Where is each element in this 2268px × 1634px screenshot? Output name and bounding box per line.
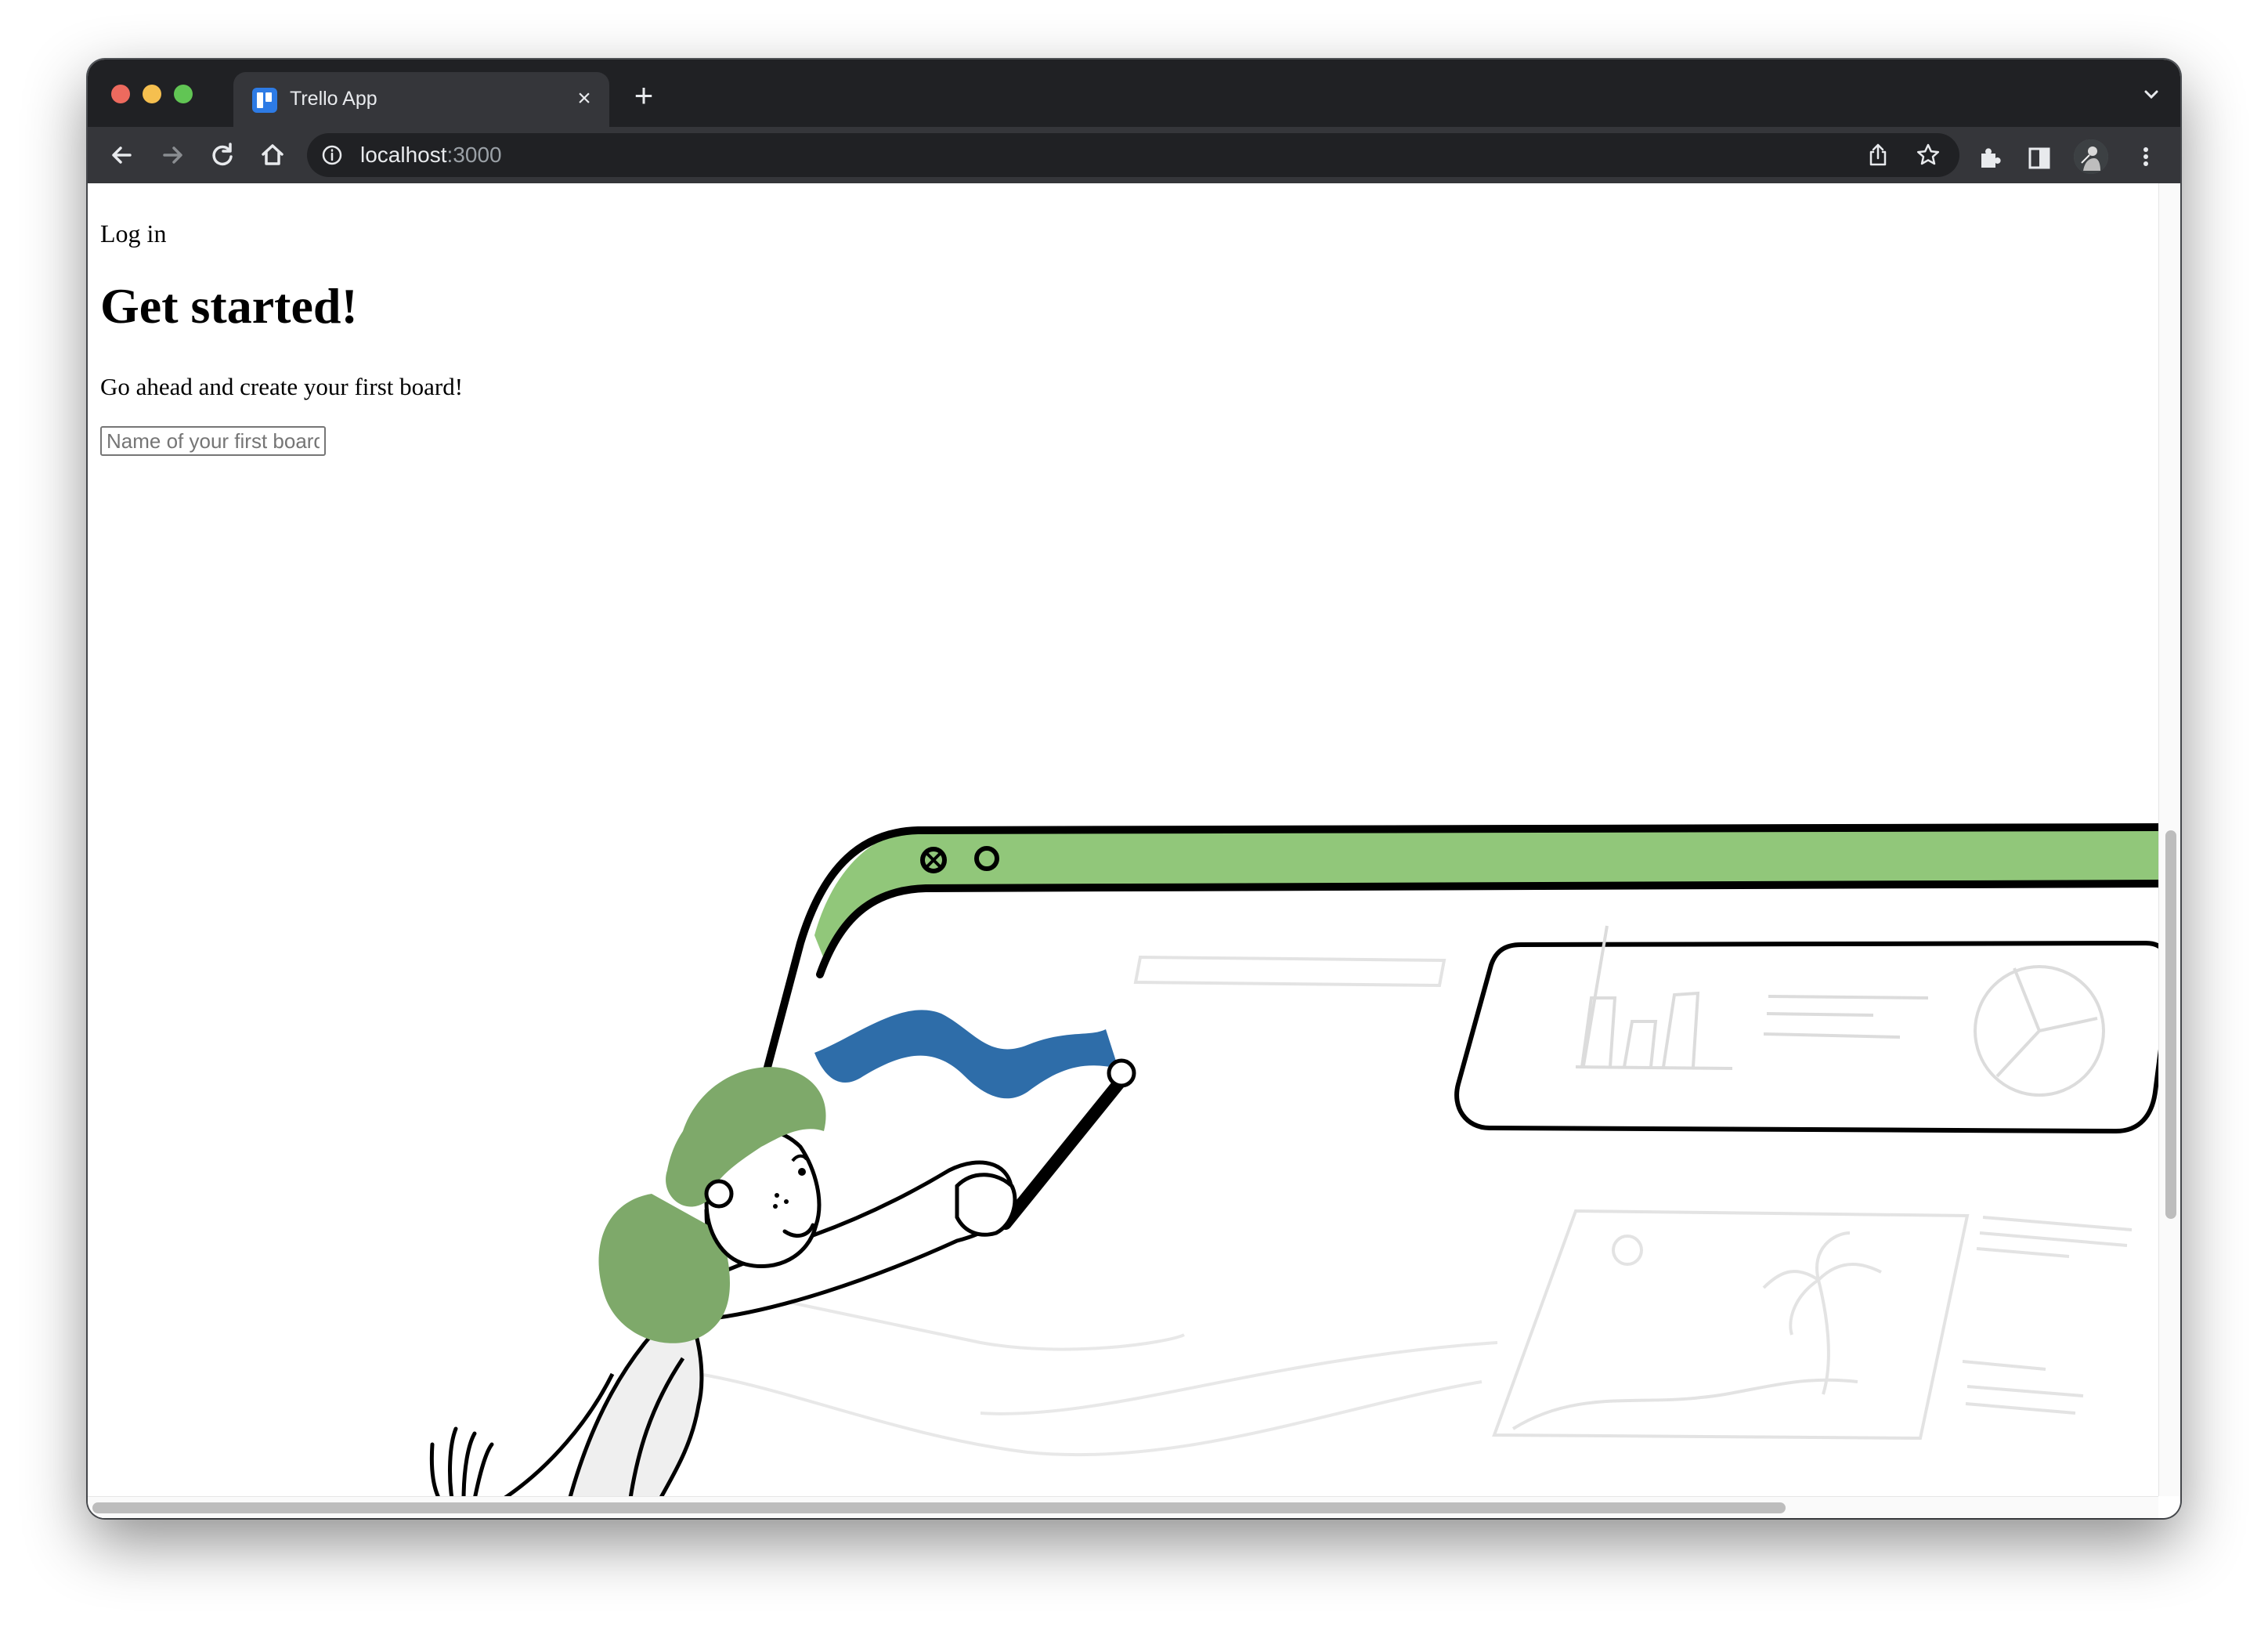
minimize-window-button[interactable] [143,85,161,103]
page-subtext: Go ahead and create your first board! [100,373,464,400]
extensions-icon[interactable] [1975,144,2003,172]
back-arrow-icon[interactable] [105,138,139,172]
chevron-down-icon[interactable] [2140,83,2163,107]
home-icon[interactable] [255,138,290,172]
url-host: localhost [360,143,447,167]
address-bar[interactable]: localhost:3000 [307,133,1959,177]
profile-avatar[interactable] [2074,139,2108,174]
tab-title: Trello App [290,88,377,110]
site-info-icon[interactable] [321,144,343,166]
reload-icon[interactable] [205,138,240,172]
bookmark-star-icon[interactable] [1914,141,1942,169]
forward-arrow-icon[interactable] [155,138,190,172]
tab-bar: Trello App × + [88,60,2180,127]
url-text: localhost:3000 [360,143,502,168]
side-panel-icon[interactable] [2025,144,2053,172]
horizontal-scroll-thumb[interactable] [92,1502,1786,1513]
toolbar: localhost:3000 [88,127,2180,183]
close-icon[interactable]: × [570,85,598,113]
more-menu-icon[interactable] [2132,143,2160,171]
plus-icon[interactable]: + [628,79,659,112]
login-link[interactable]: Log in [100,219,166,248]
share-icon[interactable] [1864,141,1892,169]
page-viewport: Log in Get started! Go ahead and create … [88,183,2180,1518]
vertical-scroll-thumb[interactable] [2165,830,2176,1219]
tab-trello-app[interactable]: Trello App × [233,72,609,127]
horizontal-scrollbar[interactable] [88,1496,2158,1518]
url-port: :3000 [446,143,502,167]
close-window-button[interactable] [111,85,130,103]
illustration-picture-card [1492,1209,1970,1441]
trello-icon [252,88,277,113]
illustration-window-bar [814,827,2158,959]
page-title: Get started! [100,278,358,334]
illustration-flag [814,1010,1118,1099]
zoom-window-button[interactable] [174,85,193,103]
browser-window: Trello App × + localhost:3000 Log in Get… [88,60,2180,1518]
vertical-scrollbar[interactable] [2158,183,2180,1496]
board-name-input[interactable] [100,426,326,456]
illustration-stats-card [1454,940,2158,1134]
